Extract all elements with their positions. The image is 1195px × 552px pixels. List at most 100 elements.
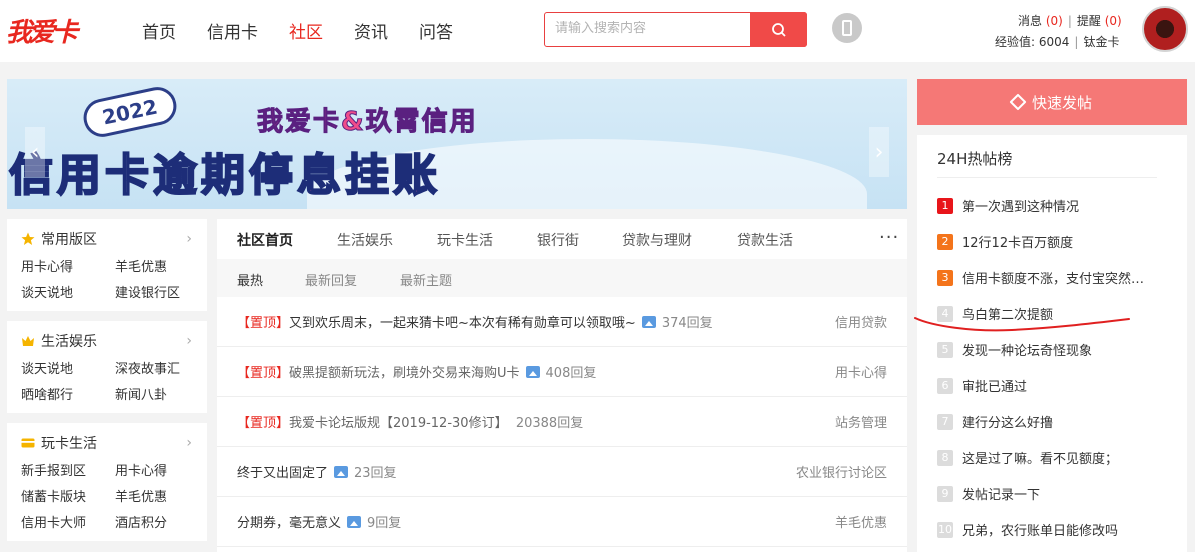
table-row[interactable]: 【置顶】我爱卡论坛版规【2019-12-30修订】 20388回复 站务管理 — [217, 397, 907, 447]
hot-post-title[interactable]: 兄弟，农行账单日能修改吗 — [962, 520, 1118, 539]
post-forum-link[interactable]: 站务管理 — [835, 412, 887, 431]
sidebar-link[interactable]: 谈天说地 — [21, 358, 115, 377]
sidebar-link[interactable]: 酒店积分 — [115, 512, 199, 531]
banner-next-arrow-icon[interactable]: › — [869, 127, 889, 177]
table-row[interactable]: 终于又出固定了 23回复 农业银行讨论区 — [217, 447, 907, 497]
hot-post-title[interactable]: 建行分这么好撸 — [962, 412, 1053, 431]
sidebar-section-card-life: 玩卡生活 › 新手报到区 用卡心得 储蓄卡版块 羊毛优惠 信用卡大师 酒店积分 — [7, 423, 207, 541]
banner-line1: 我爱卡&玖霄信用 — [257, 107, 478, 138]
table-row[interactable]: 【置顶】破黑提额新玩法，刷境外交易来海购U卡 408回复 用卡心得 — [217, 347, 907, 397]
hot-post-title[interactable]: 发帖记录一下 — [962, 484, 1040, 503]
list-item[interactable]: 2 12行12卡百万额度 — [937, 232, 1177, 251]
sidebar-link[interactable]: 新闻八卦 — [115, 384, 199, 403]
hot-post-title[interactable]: 这是过了嘛。看不见额度； — [962, 448, 1118, 467]
hot-post-title[interactable]: 发现一种论坛奇怪现象 — [962, 340, 1092, 359]
sidebar-link[interactable]: 羊毛优惠 — [115, 256, 199, 275]
sidebar-link[interactable]: 新手报到区 — [21, 460, 115, 479]
list-item[interactable]: 3 信用卡额度不涨，支付宝突然… — [937, 268, 1177, 287]
nav-qa[interactable]: 问答 — [419, 18, 453, 43]
sidebar-link[interactable]: 信用卡大师 — [21, 512, 115, 531]
site-logo[interactable]: 我爱卡 — [6, 12, 78, 49]
chevron-right-icon[interactable]: › — [186, 231, 192, 247]
sort-latest-topic[interactable]: 最新主题 — [400, 270, 452, 289]
quick-post-button[interactable]: 快速发帖 — [917, 79, 1187, 125]
chevron-right-icon[interactable]: › — [186, 333, 192, 349]
forum-tabs: 社区首页 生活娱乐 玩卡生活 银行街 贷款与理财 贷款生活 ··· — [217, 219, 907, 259]
sidebar-link[interactable]: 羊毛优惠 — [115, 486, 199, 505]
nav-credit-card[interactable]: 信用卡 — [207, 18, 258, 43]
sort-hot[interactable]: 最热 — [237, 270, 263, 289]
exp-label: 经验值: — [995, 35, 1036, 49]
hot-post-title[interactable]: 第一次遇到这种情况 — [962, 196, 1079, 215]
hot-post-title[interactable]: 信用卡额度不涨，支付宝突然… — [962, 268, 1144, 287]
list-item[interactable]: 5 发现一种论坛奇怪现象 — [937, 340, 1177, 359]
rank-badge: 8 — [937, 449, 953, 466]
reply-count: 408回复 — [545, 366, 597, 381]
tab-card-life[interactable]: 玩卡生活 — [437, 230, 493, 250]
sidebar-link[interactable]: 谈天说地 — [21, 282, 115, 301]
sort-tabs: 最热 最新回复 最新主题 — [217, 259, 907, 297]
post-title[interactable]: 分期券，毫无意义 — [237, 516, 341, 531]
pinned-badge: 【置顶】 — [237, 416, 290, 431]
rank-badge: 1 — [937, 197, 953, 214]
reminders-count[interactable]: (0) — [1105, 14, 1122, 28]
list-item[interactable]: 7 建行分这么好撸 — [937, 412, 1177, 431]
banner-prev-arrow-icon[interactable]: ‹ — [25, 127, 45, 177]
list-item[interactable]: 10 兄弟，农行账单日能修改吗 — [937, 520, 1177, 539]
sidebar-section-common: 常用版区 › 用卡心得 羊毛优惠 谈天说地 建设银行区 — [7, 219, 207, 311]
sidebar-link[interactable]: 储蓄卡版块 — [21, 486, 115, 505]
sidebar-link[interactable]: 深夜故事汇 — [115, 358, 199, 377]
sidebar-section-life: 生活娱乐 › 谈天说地 深夜故事汇 晒啥都行 新闻八卦 — [7, 321, 207, 413]
list-item[interactable]: 1 第一次遇到这种情况 — [937, 196, 1177, 215]
sort-latest-reply[interactable]: 最新回复 — [305, 270, 357, 289]
tab-loans-finance[interactable]: 贷款与理财 — [622, 230, 692, 250]
post-forum-link[interactable]: 羊毛优惠 — [835, 512, 887, 531]
chevron-right-icon[interactable]: › — [186, 435, 192, 451]
table-row[interactable]: 分期券，毫无意义 9回复 羊毛优惠 — [217, 497, 907, 547]
promo-banner[interactable]: 2022 我爱卡&玖霄信用 信用卡逾期停息挂账 ‹ › — [7, 79, 907, 209]
list-item[interactable]: 9 发帖记录一下 — [937, 484, 1177, 503]
messages-count[interactable]: (0) — [1046, 14, 1063, 28]
messages-link[interactable]: 消息 — [1018, 14, 1042, 28]
list-item[interactable]: 6 审批已通过 — [937, 376, 1177, 395]
rank-badge: 2 — [937, 233, 953, 250]
sidebar-section-header[interactable]: 生活娱乐 › — [21, 331, 193, 351]
search-input[interactable] — [555, 21, 745, 36]
tab-life-entertainment[interactable]: 生活娱乐 — [337, 230, 393, 250]
main-nav: 首页 信用卡 社区 资讯 问答 — [142, 18, 484, 43]
post-forum-link[interactable]: 信用贷款 — [835, 312, 887, 331]
sidebar-link[interactable]: 建设银行区 — [115, 282, 199, 301]
nav-news[interactable]: 资讯 — [354, 18, 388, 43]
post-title[interactable]: 又到欢乐周末，一起来猜卡吧~本次有稀有勋章可以领取哦~ — [289, 316, 636, 331]
sidebar-section-title: 玩卡生活 — [41, 436, 97, 452]
post-title[interactable]: 破黑提额新玩法，刷境外交易来海购U卡 — [289, 366, 520, 381]
post-title[interactable]: 我爱卡论坛版规【2019-12-30修订】 — [289, 416, 508, 431]
search-button[interactable] — [750, 12, 807, 47]
mobile-app-icon[interactable] — [832, 13, 862, 43]
sidebar-link[interactable]: 用卡心得 — [115, 460, 199, 479]
rank-badge: 6 — [937, 377, 953, 394]
nav-home[interactable]: 首页 — [142, 18, 176, 43]
sidebar-section-header[interactable]: 玩卡生活 › — [21, 433, 193, 453]
tab-community-home[interactable]: 社区首页 — [237, 230, 293, 250]
table-row[interactable]: 【置顶】又到欢乐周末，一起来猜卡吧~本次有稀有勋章可以领取哦~ 374回复 信用贷… — [217, 297, 907, 347]
reminders-link[interactable]: 提醒 — [1077, 14, 1101, 28]
sidebar-link[interactable]: 晒啥都行 — [21, 384, 115, 403]
list-item[interactable]: 8 这是过了嘛。看不见额度； — [937, 448, 1177, 467]
sidebar-link[interactable]: 用卡心得 — [21, 256, 115, 275]
avatar[interactable] — [1142, 6, 1188, 52]
tab-loan-life[interactable]: 贷款生活 — [737, 230, 793, 250]
post-forum-link[interactable]: 用卡心得 — [835, 362, 887, 381]
post-title[interactable]: 终于又出固定了 — [237, 466, 328, 481]
top-header: 我爱卡 首页 信用卡 社区 资讯 问答 消息 (0)|提醒 (0) 经验值: 6… — [0, 0, 1195, 62]
card-icon — [21, 438, 35, 448]
more-options-icon[interactable]: ··· — [879, 227, 899, 248]
nav-community[interactable]: 社区 — [289, 18, 323, 43]
reply-count: 20388回复 — [515, 416, 584, 431]
quick-post-label: 快速发帖 — [1031, 93, 1092, 112]
hot-post-title[interactable]: 12行12卡百万额度 — [962, 232, 1073, 251]
tab-bank-street[interactable]: 银行街 — [537, 230, 579, 250]
sidebar-section-header[interactable]: 常用版区 › — [21, 229, 193, 249]
hot-post-title[interactable]: 审批已通过 — [962, 376, 1027, 395]
post-forum-link[interactable]: 农业银行讨论区 — [796, 462, 887, 481]
